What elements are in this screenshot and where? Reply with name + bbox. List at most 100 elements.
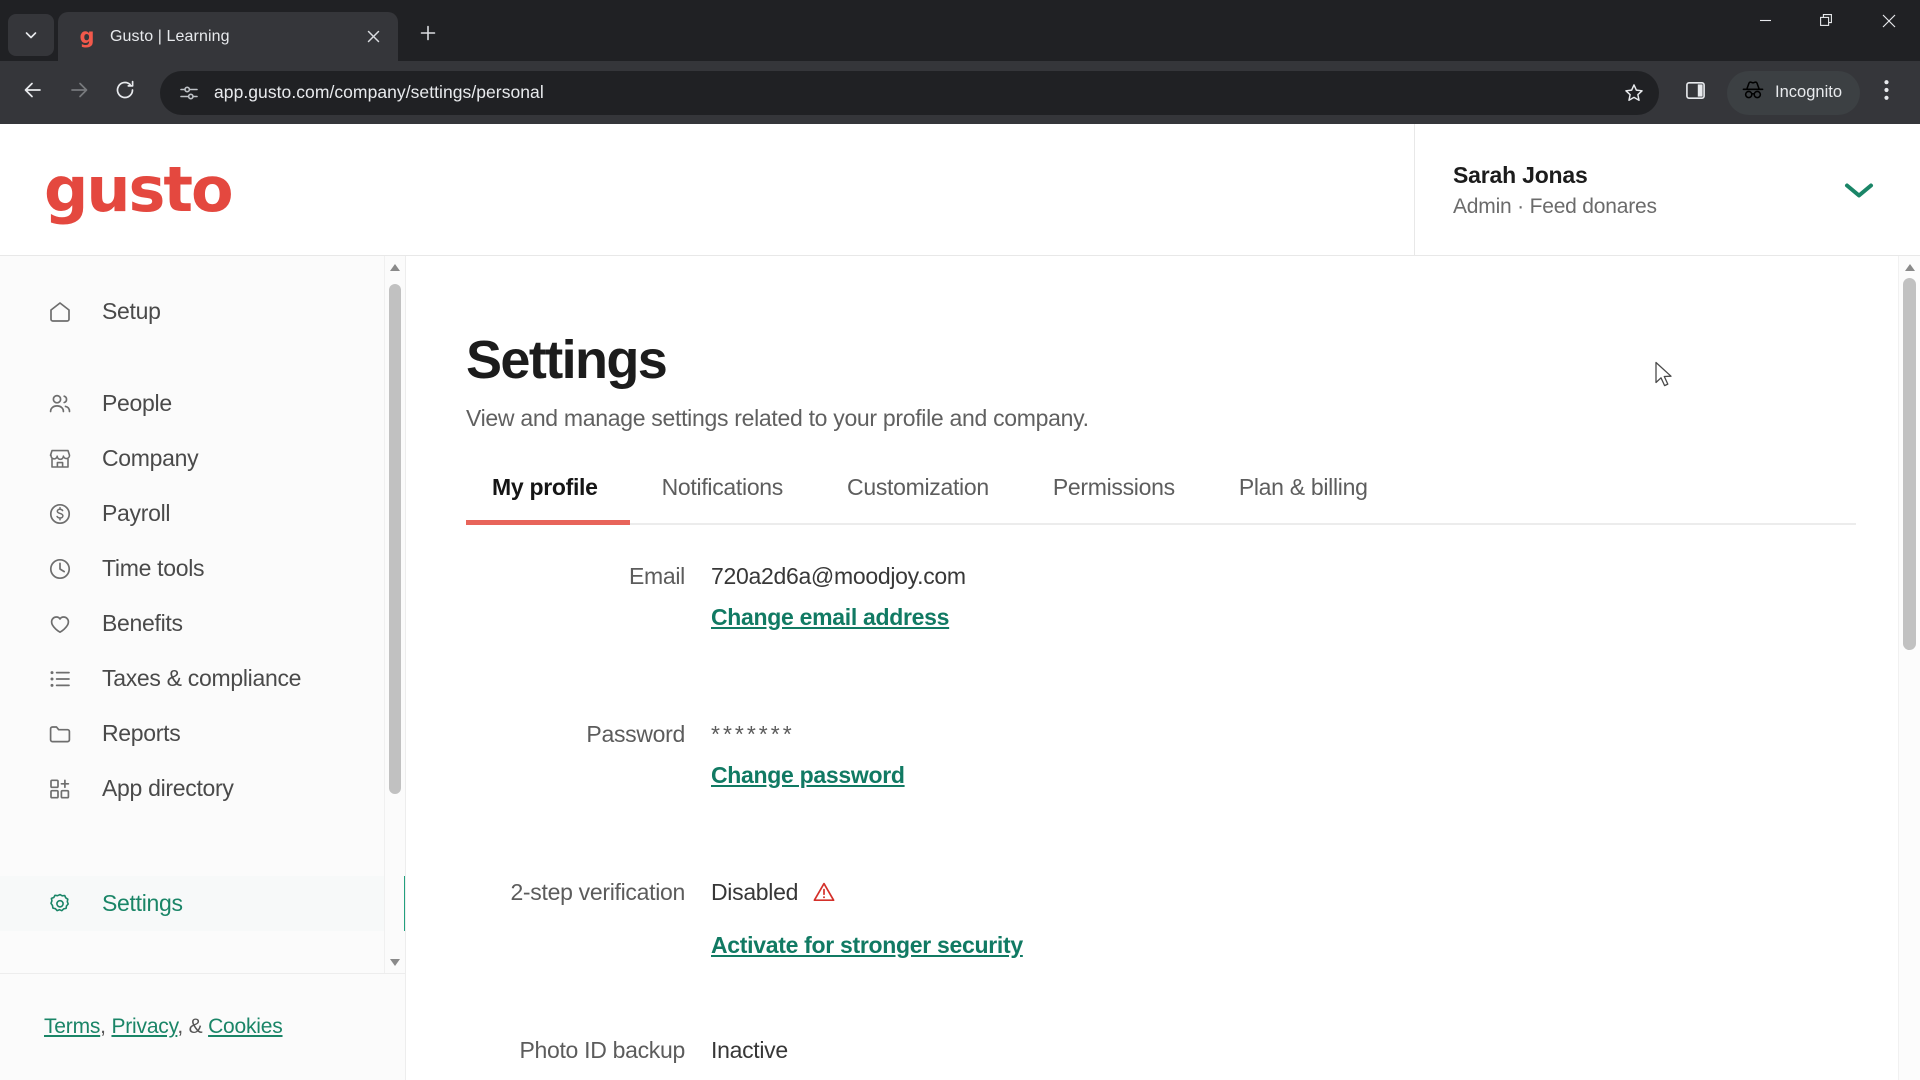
settings-container: Settings View and manage settings relate… bbox=[406, 256, 1920, 1080]
setting-label: Password bbox=[586, 720, 685, 747]
user-menu[interactable]: Sarah Jonas Admin · Feed donares bbox=[1414, 124, 1920, 256]
heart-icon bbox=[46, 610, 74, 638]
setting-row-photo-id-backup: Photo ID backup Inactive bbox=[466, 1031, 1920, 1080]
sidebar-item-label: Taxes & compliance bbox=[102, 665, 302, 691]
settings-rows: Email 720a2d6a@moodjoy.com Change email … bbox=[466, 557, 1920, 1080]
browser-tab[interactable]: g Gusto | Learning bbox=[58, 12, 398, 61]
app-body: Setup People Company Payroll Time tools … bbox=[0, 256, 1920, 1080]
close-icon bbox=[1882, 14, 1896, 33]
setting-label: Photo ID backup bbox=[519, 1036, 685, 1063]
minimize-icon bbox=[1759, 14, 1772, 32]
sidebar-item-setup[interactable]: Setup bbox=[0, 284, 405, 339]
setting-value-group: ******* Change password bbox=[711, 715, 905, 789]
clock-icon bbox=[46, 555, 74, 583]
user-info: Sarah Jonas Admin · Feed donares bbox=[1453, 162, 1657, 219]
sidebar-item-reports[interactable]: Reports bbox=[0, 706, 405, 761]
close-tab-icon[interactable] bbox=[360, 24, 386, 50]
password-masked-value: ******* bbox=[711, 720, 795, 747]
window-controls bbox=[1734, 0, 1920, 61]
cookies-link[interactable]: Cookies bbox=[208, 1015, 283, 1038]
tab-my-profile[interactable]: My profile bbox=[466, 474, 630, 525]
sidebar-item-benefits[interactable]: Benefits bbox=[0, 596, 405, 651]
side-panel-icon bbox=[1685, 80, 1706, 106]
sidebar-item-people[interactable]: People bbox=[0, 376, 405, 431]
sidebar-item-label: Settings bbox=[102, 890, 183, 916]
sidebar-item-company[interactable]: Company bbox=[0, 431, 405, 486]
site-settings-icon[interactable] bbox=[176, 80, 202, 106]
store-icon bbox=[46, 445, 74, 473]
sidebar: Setup People Company Payroll Time tools … bbox=[0, 256, 406, 1080]
setting-label: Email bbox=[628, 562, 685, 589]
sidebar-scrollbar-thumb[interactable] bbox=[389, 284, 401, 794]
tab-search-button[interactable] bbox=[8, 14, 54, 56]
sidebar-item-label: Setup bbox=[102, 298, 161, 324]
sidebar-item-label: Payroll bbox=[102, 500, 171, 526]
main-scroll-up-arrow-icon[interactable] bbox=[1899, 256, 1920, 278]
app-grid-plus-icon bbox=[46, 775, 74, 803]
dollar-circle-icon bbox=[46, 500, 74, 528]
photo-id-backup-status: Inactive bbox=[711, 1036, 788, 1063]
sidebar-item-payroll[interactable]: Payroll bbox=[0, 486, 405, 541]
setting-row-2step-verification: 2-step verification Disabled Activate fo… bbox=[466, 873, 1920, 1031]
user-menu-chevron-down-icon[interactable] bbox=[1842, 179, 1876, 201]
settings-tabs: My profile Notifications Customization P… bbox=[466, 474, 1856, 525]
forward-button[interactable] bbox=[58, 72, 100, 114]
forward-arrow-icon bbox=[68, 79, 90, 106]
back-button[interactable] bbox=[12, 72, 54, 114]
main-scrollbar-thumb[interactable] bbox=[1903, 278, 1916, 650]
setting-value-group: 720a2d6a@moodjoy.com Change email addres… bbox=[711, 557, 966, 631]
browser-titlebar: g Gusto | Learning bbox=[0, 0, 1920, 61]
activate-2step-link[interactable]: Activate for stronger security bbox=[711, 932, 1023, 959]
sidebar-item-label: Time tools bbox=[102, 555, 205, 581]
folder-icon bbox=[46, 720, 74, 748]
web-page: gusto Sarah Jonas Admin · Feed donares S… bbox=[0, 124, 1920, 1080]
minimize-window-button[interactable] bbox=[1734, 0, 1796, 46]
three-dot-menu-icon bbox=[1883, 79, 1889, 106]
plus-icon bbox=[419, 24, 437, 47]
change-email-address-link[interactable]: Change email address bbox=[711, 604, 949, 631]
terms-link[interactable]: Terms bbox=[44, 1015, 100, 1038]
main-content: Settings View and manage settings relate… bbox=[406, 256, 1920, 1080]
sidebar-item-time-tools[interactable]: Time tools bbox=[0, 541, 405, 596]
sidebar-footer: Terms, Privacy, & Cookies bbox=[0, 973, 405, 1080]
sidebar-item-taxes-compliance[interactable]: Taxes & compliance bbox=[0, 651, 405, 706]
setting-label: 2-step verification bbox=[510, 878, 685, 905]
incognito-label: Incognito bbox=[1775, 83, 1842, 101]
close-window-button[interactable] bbox=[1858, 0, 1920, 46]
change-password-link[interactable]: Change password bbox=[711, 762, 905, 789]
links-separator-2: , & bbox=[177, 1015, 209, 1038]
sidebar-item-label: Company bbox=[102, 445, 199, 471]
browser-toolbar: app.gusto.com/company/settings/personal bbox=[0, 61, 1920, 124]
tab-customization[interactable]: Customization bbox=[815, 474, 1021, 523]
two-step-status: Disabled bbox=[711, 879, 1023, 906]
setting-value-group: Disabled Activate for stronger security bbox=[711, 873, 1023, 959]
privacy-link[interactable]: Privacy bbox=[111, 1015, 177, 1038]
reload-icon bbox=[114, 79, 136, 106]
maximize-window-button[interactable] bbox=[1796, 0, 1858, 46]
gusto-logo[interactable]: gusto bbox=[44, 158, 234, 221]
user-role: Admin · Feed donares bbox=[1453, 194, 1657, 218]
new-tab-button[interactable] bbox=[408, 15, 448, 55]
tab-plan-billing[interactable]: Plan & billing bbox=[1207, 474, 1400, 523]
tab-notifications[interactable]: Notifications bbox=[630, 474, 815, 523]
sidebar-scroll-down-arrow-icon[interactable] bbox=[385, 951, 404, 973]
main-scrollbar[interactable] bbox=[1898, 256, 1920, 1080]
side-panel-button[interactable] bbox=[1673, 71, 1717, 115]
sidebar-scroll-up-arrow-icon[interactable] bbox=[385, 256, 404, 278]
browser-menu-button[interactable] bbox=[1864, 71, 1908, 115]
tab-permissions[interactable]: Permissions bbox=[1021, 474, 1207, 523]
reload-button[interactable] bbox=[104, 72, 146, 114]
sidebar-scrollbar[interactable] bbox=[384, 256, 404, 973]
address-bar[interactable]: app.gusto.com/company/settings/personal bbox=[160, 70, 1660, 115]
incognito-indicator[interactable]: Incognito bbox=[1727, 70, 1860, 115]
sidebar-item-app-directory[interactable]: App directory bbox=[0, 761, 405, 816]
url-text[interactable]: app.gusto.com/company/settings/personal bbox=[214, 82, 1605, 103]
sidebar-item-settings[interactable]: Settings bbox=[0, 876, 405, 931]
incognito-icon bbox=[1741, 80, 1765, 105]
people-icon bbox=[46, 390, 74, 418]
setting-row-password: Password ******* Change password bbox=[466, 715, 1920, 873]
bookmark-star-icon[interactable] bbox=[1617, 76, 1651, 110]
two-step-status-text: Disabled bbox=[711, 878, 799, 905]
app-header: gusto Sarah Jonas Admin · Feed donares bbox=[0, 124, 1920, 256]
